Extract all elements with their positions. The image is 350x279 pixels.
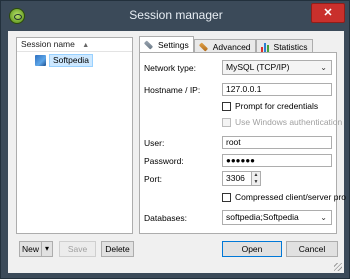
spin-down-icon[interactable]: ▼ [252,179,260,186]
prompt-credentials-checkbox[interactable]: Prompt for credentials [222,101,318,111]
hostname-input[interactable]: 127.0.0.1 [222,83,332,96]
tab-bar: Settings Advanced Statistics [139,36,313,53]
network-type-label: Network type: [144,63,196,73]
chevron-down-icon: ⌄ [320,213,327,222]
port-stepper-arrows[interactable]: ▲ ▼ [252,171,261,186]
tab-advanced[interactable]: Advanced [193,39,256,53]
port-label: Port: [144,174,162,184]
bar-chart-icon [260,42,271,52]
session-list[interactable]: Session name ▲ Softpedia [16,37,133,234]
password-input[interactable]: ●●●●●● [222,154,332,167]
wrench-icon [143,40,154,50]
windows-auth-box [222,117,231,127]
hostname-label: Hostname / IP: [144,85,201,95]
compressed-protocol-label: Compressed client/server pro [235,192,347,202]
sort-ascending-icon: ▲ [82,42,90,49]
window-title: Session manager [129,8,223,22]
session-manager-window: Session manager ✕ Session name ▲ Softped… [0,0,350,279]
windows-auth-checkbox: Use Windows authentication [222,117,342,127]
delete-button[interactable]: Delete [101,241,134,257]
user-input[interactable]: root [222,136,332,149]
network-type-select[interactable]: MySQL (TCP/IP) ⌄ [222,60,332,75]
port-stepper[interactable]: 3306 ▲ ▼ [222,171,261,186]
user-label: User: [144,138,165,148]
tab-advanced-label: Advanced [212,41,251,52]
port-input[interactable]: 3306 [222,171,252,186]
windows-auth-label: Use Windows authentication [235,117,343,127]
password-label: Password: [144,156,184,166]
databases-select[interactable]: softpedia;Softpedia ⌄ [222,210,332,225]
tab-settings[interactable]: Settings [139,36,194,53]
session-item-label: Softpedia [49,54,93,67]
new-button[interactable]: New [19,241,41,257]
close-button[interactable]: ✕ [311,3,345,23]
tab-statistics[interactable]: Statistics [255,39,313,53]
dialog-body: Session name ▲ Softpedia Settings Advanc… [8,31,346,273]
databases-label: Databases: [144,213,187,223]
session-item-softpedia[interactable]: Softpedia [35,54,93,67]
title-bar[interactable]: Session manager ✕ [1,1,350,31]
network-type-value: MySQL (TCP/IP) [226,62,290,72]
tab-settings-label: Settings [158,40,189,50]
save-button[interactable]: Save [59,241,96,257]
tab-statistics-label: Statistics [273,41,308,52]
new-button-group: New ▾ [19,241,53,257]
new-dropdown-button[interactable]: ▾ [41,241,53,257]
databases-value: softpedia;Softpedia [226,212,299,222]
session-name-column-header[interactable]: Session name ▲ [17,38,132,52]
wrench-orange-icon [198,41,208,52]
open-button[interactable]: Open [222,241,282,257]
resize-grip-icon[interactable] [334,263,342,271]
cancel-button[interactable]: Cancel [286,241,338,257]
compressed-protocol-checkbox[interactable]: Compressed client/server pro [222,192,346,202]
session-name-header-label: Session name [21,39,75,49]
settings-tab-page: Network type: MySQL (TCP/IP) ⌄ Hostname … [139,52,346,234]
session-icon [35,55,46,66]
chevron-down-icon: ⌄ [320,63,327,72]
compressed-protocol-box[interactable] [222,192,231,202]
prompt-credentials-box[interactable] [222,101,231,111]
prompt-credentials-label: Prompt for credentials [235,101,319,111]
